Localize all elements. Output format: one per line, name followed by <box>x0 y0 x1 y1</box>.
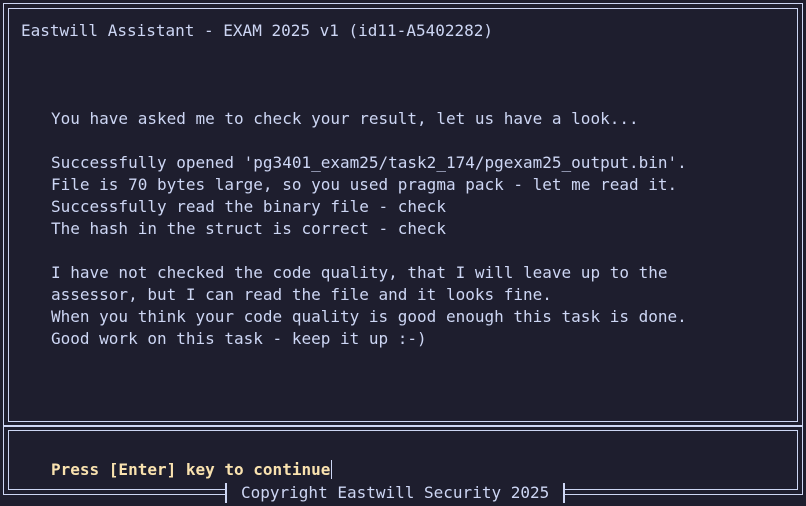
message-line-6: The hash in the struct is correct - chec… <box>51 219 446 238</box>
message-line-3: Successfully opened 'pg3401_exam25/task2… <box>51 153 687 172</box>
message-line-10: When you think your code quality is good… <box>51 307 687 326</box>
message-line-1: You have asked me to check your result, … <box>51 109 639 128</box>
copyright-label: Copyright Eastwill Security 2025 <box>225 482 566 504</box>
footer-right-bracket <box>563 483 566 503</box>
message-line-9: assessor, but I can read the file and it… <box>51 285 552 304</box>
message-line-4: File is 70 bytes large, so you used prag… <box>51 175 678 194</box>
message-line-8: I have not checked the code quality, tha… <box>51 263 668 282</box>
window-title: Eastwill Assistant - EXAM 2025 v1 (id11-… <box>21 21 494 40</box>
message-line-5: Successfully read the binary file - chec… <box>51 197 446 216</box>
text-cursor <box>331 460 333 479</box>
continue-prompt[interactable]: Press [Enter] key to continue <box>51 459 333 481</box>
continue-prompt-text: Press [Enter] key to continue <box>51 460 331 479</box>
copyright-text: Copyright Eastwill Security 2025 <box>241 483 550 502</box>
message-line-11: Good work on this task - keep it up :-) <box>51 329 427 348</box>
